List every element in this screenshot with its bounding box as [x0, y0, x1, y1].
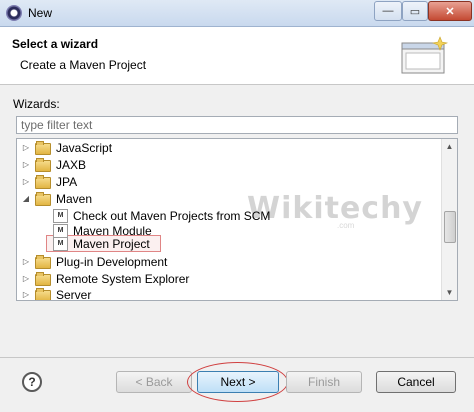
- tree-item-label: JPA: [56, 174, 78, 189]
- expand-icon[interactable]: ▷: [21, 257, 31, 266]
- folder-open-icon: [35, 192, 51, 206]
- tree-item-maven[interactable]: ◢ Maven: [21, 190, 92, 207]
- filter-input[interactable]: [16, 116, 458, 134]
- finish-button[interactable]: Finish: [286, 371, 362, 393]
- expand-icon[interactable]: ▷: [21, 177, 31, 186]
- folder-icon: [35, 255, 51, 269]
- window-title: New: [28, 6, 53, 20]
- folder-icon: [35, 158, 51, 172]
- next-button[interactable]: Next >: [197, 371, 279, 393]
- wizard-description: Create a Maven Project: [20, 58, 147, 72]
- wizards-label: Wizards:: [13, 97, 60, 111]
- scroll-down-icon[interactable]: ▼: [442, 285, 457, 300]
- maven-icon: M: [53, 208, 68, 223]
- title-bar: New — ▭ ✕: [0, 0, 474, 27]
- folder-icon: [35, 141, 51, 155]
- wizard-tree[interactable]: Wikitechy .com ▷ JavaScript ▷ JAXB ▷ JPA…: [16, 138, 458, 301]
- maven-icon: M: [53, 236, 68, 251]
- tree-item-remote-system-explorer[interactable]: ▷ Remote System Explorer: [21, 270, 189, 287]
- tree-item-label: JAXB: [56, 157, 87, 172]
- maximize-button[interactable]: ▭: [402, 1, 428, 21]
- close-button[interactable]: ✕: [428, 1, 472, 21]
- expand-icon[interactable]: ▷: [21, 160, 31, 169]
- scroll-up-icon[interactable]: ▲: [442, 139, 457, 154]
- folder-icon: [35, 288, 51, 300]
- wizard-title: Select a wizard: [12, 37, 99, 51]
- tree-item-plugin-development[interactable]: ▷ Plug-in Development: [21, 253, 167, 270]
- tree-item-label: Maven: [56, 191, 93, 206]
- vertical-scrollbar[interactable]: ▲ ▼: [441, 139, 457, 300]
- tree-item-jpa[interactable]: ▷ JPA: [21, 173, 77, 190]
- wizard-header: Select a wizard Create a Maven Project: [0, 27, 474, 85]
- minimize-button[interactable]: —: [374, 1, 402, 21]
- tree-item-label: Check out Maven Projects from SCM: [73, 208, 271, 223]
- tree-item-label: JavaScript: [56, 140, 113, 155]
- watermark-text: Wikitechy: [247, 191, 423, 226]
- tree-item-javascript[interactable]: ▷ JavaScript: [21, 139, 112, 156]
- folder-icon: [35, 272, 51, 286]
- folder-icon: [35, 175, 51, 189]
- tree-item-maven-project[interactable]: M Maven Project: [53, 235, 150, 252]
- tree-item-label: Remote System Explorer: [56, 271, 190, 286]
- tree-item-server[interactable]: ▷ Server: [21, 286, 92, 301]
- expand-icon[interactable]: ▷: [21, 274, 31, 283]
- divider: [0, 357, 474, 358]
- wizard-banner-icon: [401, 36, 449, 74]
- scrollbar-thumb[interactable]: [444, 211, 456, 243]
- cancel-button[interactable]: Cancel: [376, 371, 456, 393]
- help-button[interactable]: ?: [22, 372, 42, 392]
- expand-icon[interactable]: ▷: [21, 290, 31, 299]
- watermark-domain: .com: [337, 221, 355, 230]
- tree-item-label: Plug-in Development: [56, 254, 168, 269]
- tree-item-jaxb[interactable]: ▷ JAXB: [21, 156, 86, 173]
- tree-item-label: Maven Project: [73, 236, 150, 251]
- expand-icon[interactable]: ▷: [21, 143, 31, 152]
- tree-item-label: Server: [56, 287, 92, 301]
- eclipse-icon: [6, 5, 22, 21]
- back-button[interactable]: < Back: [116, 371, 192, 393]
- collapse-icon[interactable]: ◢: [21, 194, 31, 203]
